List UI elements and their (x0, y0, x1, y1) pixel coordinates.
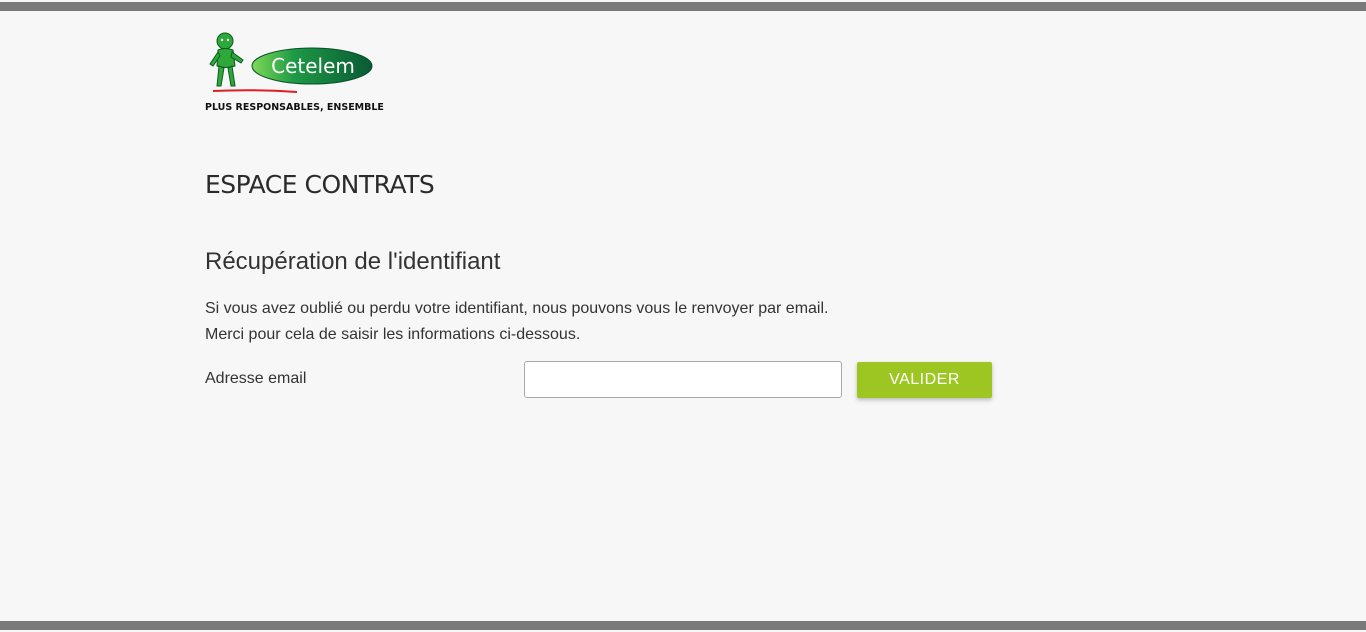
email-label: Adresse email (205, 370, 307, 387)
intro-text: Si vous avez oublié ou perdu votre ident… (205, 296, 828, 348)
cetelem-logo-graphic: Cetelem (209, 32, 373, 93)
section-title: Récupération de l'identifiant (205, 248, 501, 275)
submit-button[interactable]: VALIDER (857, 362, 992, 398)
top-frame-bar (0, 2, 1366, 11)
svg-text:Cetelem: Cetelem (271, 54, 355, 78)
page-title: ESPACE CONTRATS (205, 170, 435, 199)
email-field[interactable] (524, 361, 842, 398)
page: Cetelem PLUS RESPONSABLES, ENSEMBLE ESPA… (0, 0, 1366, 632)
brand-tagline: PLUS RESPONSABLES, ENSEMBLE (205, 102, 384, 113)
intro-line-1: Si vous avez oublié ou perdu votre ident… (205, 300, 829, 317)
intro-line-2: Merci pour cela de saisir les informatio… (205, 326, 581, 343)
bottom-frame-bar (0, 621, 1366, 630)
